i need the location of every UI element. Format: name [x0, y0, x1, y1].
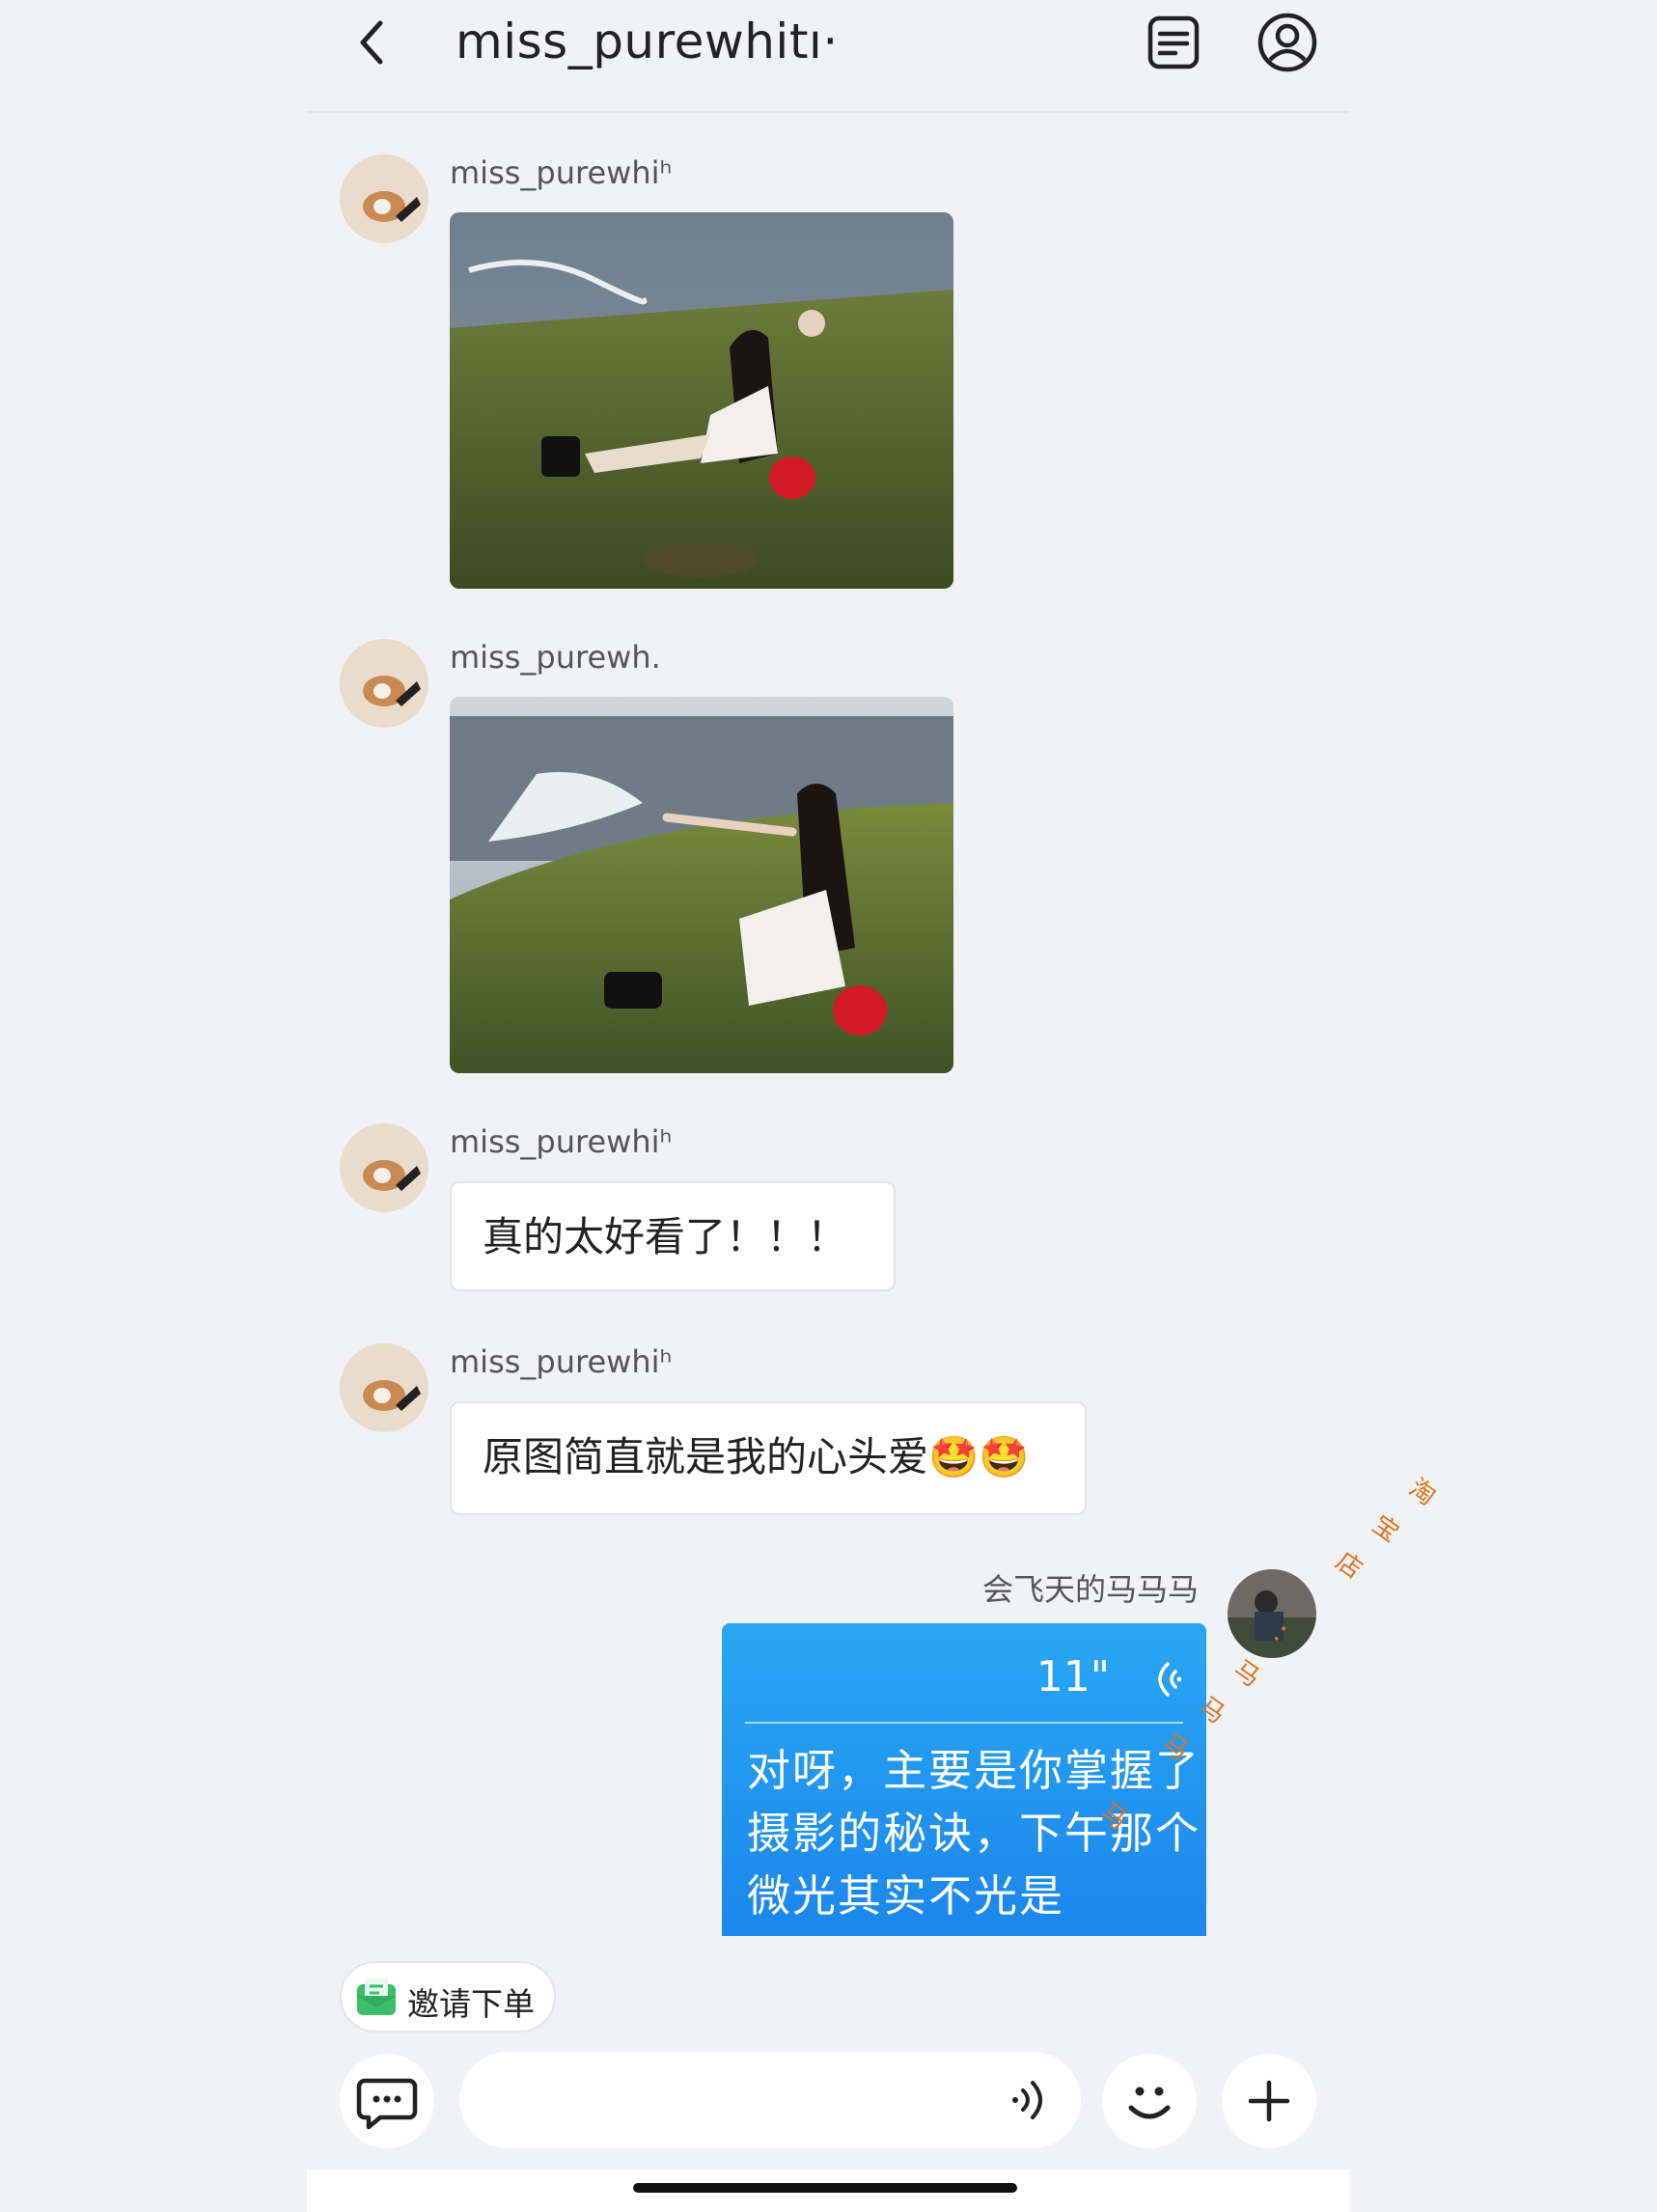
invite-order-button[interactable]: 邀请下单 [340, 1961, 556, 2032]
avatar[interactable] [340, 154, 428, 243]
document-list-icon [1147, 15, 1200, 69]
avatar[interactable] [340, 639, 428, 728]
message-photo[interactable] [450, 697, 953, 1073]
watermark-char: 宝 [1367, 1509, 1404, 1549]
voice-duration: 11" [1036, 1652, 1110, 1701]
user-circle-icon [1257, 13, 1317, 72]
emoji-button[interactable] [1102, 2054, 1197, 2148]
add-button[interactable] [1222, 2054, 1316, 2148]
sender-name: miss_purewh. [450, 639, 661, 676]
header: miss_purewhitı· [307, 0, 1349, 113]
sender-name: miss_purewhiʰ [450, 154, 673, 191]
back-button[interactable] [345, 14, 403, 71]
voice-transcript: 对呀，主要是你掌握了摄影的秘诀，下午那个微光其实不光是 [747, 1745, 1201, 1922]
invite-mail-icon [357, 1978, 396, 2015]
voice-wave-icon [1158, 1662, 1181, 1697]
sender-name: miss_purewhiʰ [450, 1123, 673, 1160]
quick-reply-button[interactable] [340, 2054, 434, 2148]
avatar[interactable] [340, 1343, 428, 1432]
my-sender-name: 会飞天的马马马 [982, 1571, 1200, 1608]
plus-icon [1248, 2080, 1290, 2122]
voice-message-bubble[interactable]: 11" 对呀，主要是你掌握了摄影的秘诀，下午那个微光其实不光是 [722, 1623, 1206, 1936]
message-bubble[interactable]: 真的太好看了！！！ [450, 1181, 896, 1291]
watermark-char: 淘 [1403, 1473, 1441, 1512]
system-bar [307, 2170, 1349, 2212]
message-photo[interactable] [450, 212, 953, 589]
order-list-button[interactable] [1145, 14, 1202, 71]
chat-screen: miss_purewhitı· miss_purewhiʰ miss_purew… [307, 0, 1349, 2212]
avatar[interactable] [340, 1123, 428, 1212]
voice-input-icon[interactable] [1009, 2079, 1052, 2121]
home-indicator[interactable] [633, 2183, 1017, 2193]
profile-button[interactable] [1257, 12, 1318, 73]
chevron-left-icon [360, 20, 383, 65]
message-input[interactable] [459, 2052, 1081, 2148]
smiley-icon [1128, 2087, 1171, 2119]
my-avatar[interactable] [1228, 1569, 1316, 1658]
sender-name: miss_purewhiʰ [450, 1343, 673, 1380]
invite-order-label: 邀请下单 [407, 1985, 535, 2023]
page-title: miss_purewhitı· [456, 14, 839, 69]
divider [745, 1722, 1183, 1724]
chat-bubble-icon [356, 2078, 418, 2130]
message-bubble[interactable]: 原图简直就是我的心头爱🤩🤩 [450, 1401, 1087, 1515]
